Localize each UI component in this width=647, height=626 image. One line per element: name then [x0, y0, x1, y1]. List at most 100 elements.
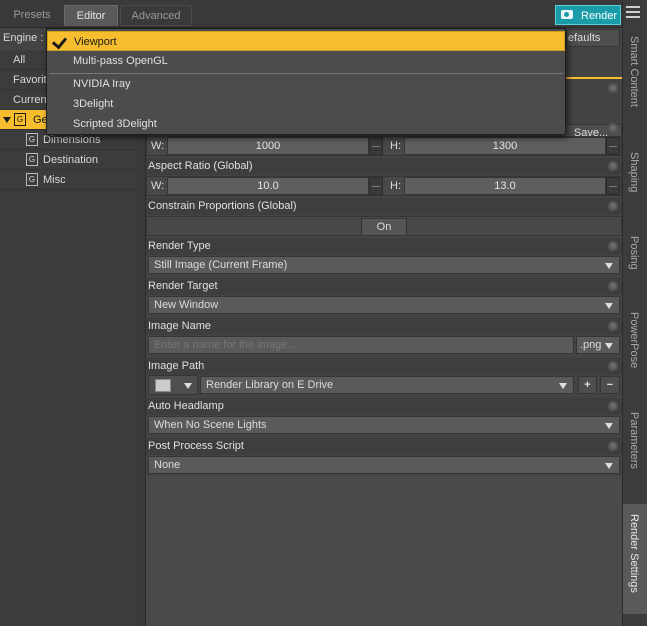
render-button[interactable]: Render — [555, 5, 621, 25]
tree-item-misc[interactable]: G Misc — [0, 170, 137, 190]
group-icon: G — [26, 153, 38, 166]
side-tab-strip: Smart Content Shaping Posing PowerPose P… — [622, 0, 647, 626]
gear-icon[interactable] — [608, 361, 618, 371]
post-process-header: Post Process Script — [146, 438, 622, 455]
aspect-height-field[interactable]: 13.0 — [404, 177, 606, 195]
chevron-down-icon — [184, 383, 192, 389]
tab-advanced[interactable]: Advanced — [120, 5, 192, 26]
tree-item-label: Curren — [13, 94, 47, 106]
image-name-input[interactable] — [148, 336, 574, 354]
image-name-header: Image Name — [146, 318, 622, 335]
checkmark-icon — [51, 33, 68, 50]
aspect-ratio-row: W: 10.0 H: 13.0 — [146, 176, 622, 196]
panel-splitter[interactable] — [137, 50, 146, 626]
left-tree-panel: All Favorit Curren G Ge G Dimensions G D… — [0, 50, 138, 626]
side-tab-label: Render Settings — [628, 514, 640, 593]
image-path-icon-button[interactable] — [148, 375, 198, 395]
gear-icon[interactable] — [608, 441, 618, 451]
tab-presets[interactable]: Presets — [2, 5, 62, 26]
render-target-label: Render Target — [148, 280, 218, 292]
gear-icon[interactable] — [608, 201, 618, 211]
expand-arrow-icon[interactable] — [3, 117, 11, 123]
side-tab-label: Parameters — [628, 412, 640, 469]
tree-item-destination[interactable]: G Destination — [0, 150, 137, 170]
remove-path-button[interactable]: − — [600, 376, 620, 394]
tree-item-label: Destination — [43, 154, 99, 166]
render-type-select[interactable]: Still Image (Current Frame) — [148, 256, 620, 274]
aspect-width-field[interactable]: 10.0 — [167, 177, 369, 195]
render-button-label: Render — [581, 10, 618, 22]
side-tab-label: PowerPose — [628, 312, 640, 369]
aspect-height-slider[interactable] — [606, 177, 620, 195]
side-tab-label: Posing — [628, 236, 640, 270]
constrain-header: Constrain Proportions (Global) — [146, 198, 622, 215]
camera-icon — [561, 10, 573, 19]
pixel-height-slider[interactable] — [606, 137, 620, 155]
render-target-select[interactable]: New Window — [148, 296, 620, 314]
side-tab-render-settings[interactable]: Render Settings — [623, 504, 647, 614]
pixel-width-slider[interactable] — [369, 137, 383, 155]
image-path-select[interactable]: Render Library on E Drive — [200, 376, 574, 394]
restore-defaults-button[interactable]: efaults — [566, 29, 620, 47]
tree-item-label: All — [13, 54, 26, 66]
tab-editor[interactable]: Editor — [64, 5, 118, 26]
tree-item-label: Misc — [43, 174, 66, 186]
side-tab-parameters[interactable]: Parameters — [623, 412, 647, 490]
gear-icon[interactable] — [608, 83, 618, 93]
group-icon: G — [26, 173, 38, 186]
gear-icon[interactable] — [608, 321, 618, 331]
side-tab-posing[interactable]: Posing — [623, 236, 647, 286]
side-tab-powerpose[interactable]: PowerPose — [623, 312, 647, 384]
group-icon: G — [14, 113, 26, 126]
side-tab-shaping[interactable]: Shaping — [623, 152, 647, 212]
height-label: H: — [390, 180, 401, 192]
width-label: W: — [151, 140, 165, 152]
auto-headlamp-label: Auto Headlamp — [148, 400, 224, 412]
gear-icon[interactable] — [608, 281, 618, 291]
width-label: W: — [151, 180, 165, 192]
image-path-label: Image Path — [148, 360, 205, 372]
render-type-label: Render Type — [148, 240, 211, 252]
image-icon — [155, 379, 171, 392]
engine-option-viewport[interactable]: Viewport — [47, 31, 565, 51]
auto-headlamp-header: Auto Headlamp — [146, 398, 622, 415]
image-path-header: Image Path — [146, 358, 622, 375]
side-tab-label: Shaping — [628, 152, 640, 193]
pixel-height-field[interactable]: 1300 — [404, 137, 606, 155]
engine-dropdown-menu: Viewport Multi-pass OpenGL NVIDIA Iray 3… — [46, 28, 566, 135]
engine-option-label: Viewport — [74, 36, 117, 48]
height-label: H: — [390, 140, 401, 152]
post-process-select[interactable]: None — [148, 456, 620, 474]
property-panel: Save... W: 1000 H: 1300 Aspect Ratio (Gl… — [146, 50, 622, 626]
aspect-ratio-label: Aspect Ratio (Global) — [148, 160, 253, 172]
top-tab-bar: Presets Editor Advanced Render — [0, 0, 622, 28]
render-target-header: Render Target — [146, 278, 622, 295]
constrain-row: On — [146, 216, 622, 236]
image-extension-select[interactable]: .png — [576, 336, 620, 354]
empty-area — [146, 476, 622, 626]
gear-icon[interactable] — [608, 161, 618, 171]
tree-item-label: Favorit — [13, 74, 47, 86]
gear-icon[interactable] — [608, 241, 618, 251]
menu-icon[interactable] — [626, 6, 640, 18]
engine-label: Engine : — [3, 32, 44, 44]
image-name-label: Image Name — [148, 320, 211, 332]
gear-icon[interactable] — [608, 123, 618, 133]
side-tab-smart-content[interactable]: Smart Content — [623, 36, 647, 136]
engine-option-3delight[interactable]: 3Delight — [47, 94, 565, 114]
side-tab-label: Smart Content — [628, 36, 640, 107]
engine-option-scripted-3delight[interactable]: Scripted 3Delight — [47, 114, 565, 134]
constrain-toggle[interactable]: On — [361, 218, 407, 236]
auto-headlamp-select[interactable]: When No Scene Lights — [148, 416, 620, 434]
engine-option-multipass-opengl[interactable]: Multi-pass OpenGL — [47, 51, 565, 71]
render-type-header: Render Type — [146, 238, 622, 255]
engine-option-nvidia-iray[interactable]: NVIDIA Iray — [47, 74, 565, 94]
post-process-label: Post Process Script — [148, 440, 244, 452]
constrain-label: Constrain Proportions (Global) — [148, 200, 297, 212]
gear-icon[interactable] — [608, 401, 618, 411]
pixel-width-field[interactable]: 1000 — [167, 137, 369, 155]
add-path-button[interactable]: + — [578, 376, 597, 394]
group-icon: G — [26, 133, 38, 146]
aspect-width-slider[interactable] — [369, 177, 383, 195]
pixel-size-row: W: 1000 H: 1300 — [146, 136, 622, 156]
